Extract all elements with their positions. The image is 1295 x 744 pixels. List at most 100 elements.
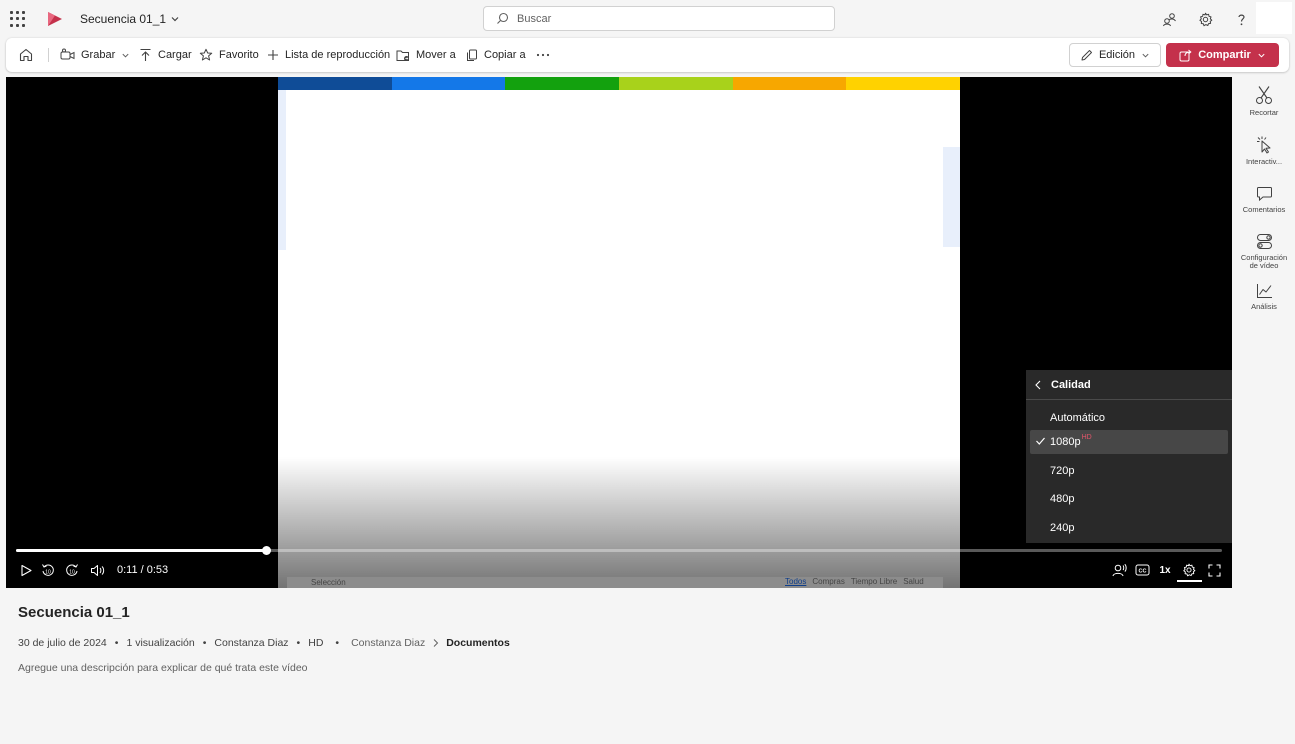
svg-text:CC: CC — [1138, 569, 1146, 575]
speaker-language-icon — [1112, 563, 1127, 577]
separator-dot: • — [335, 637, 340, 649]
frame-tab: Todos — [785, 577, 807, 586]
playback-speed: 1x — [1159, 564, 1171, 576]
description-placeholder[interactable]: Agregue una descripción para explicar de… — [18, 662, 308, 674]
upload-date: 30 de julio de 2024 — [18, 637, 107, 649]
captions-language-button[interactable] — [1110, 562, 1128, 578]
video-gradient-overlay — [278, 457, 960, 588]
hd-badge: HD — [1081, 433, 1092, 441]
upload-label: Cargar — [158, 49, 192, 61]
brand-color-stripes — [278, 77, 961, 90]
quality-option-1080p[interactable]: 1080p HD — [1030, 430, 1228, 454]
quality-option-label: 480p — [1050, 493, 1075, 505]
comment-icon — [1256, 187, 1272, 202]
svg-text:10: 10 — [45, 570, 51, 576]
settings-gear-icon — [1183, 563, 1196, 577]
breadcrumb-owner[interactable]: Constanza Diaz — [351, 637, 425, 649]
move-label: Mover a — [416, 49, 456, 61]
seek-bar-progress — [16, 549, 267, 552]
rail-analytics[interactable]: Análisis — [1236, 283, 1292, 311]
quality-label: HD — [308, 637, 324, 649]
video-settings-button[interactable] — [1180, 562, 1198, 578]
rail-label: Recortar — [1249, 108, 1279, 117]
video-title: Secuencia 01_1 — [18, 604, 130, 621]
quality-menu-back[interactable]: Calidad — [1026, 370, 1232, 400]
interactive-cursor-icon — [1257, 136, 1271, 154]
video-metadata: 30 de julio de 2024 • 1 visualización • … — [18, 637, 510, 649]
frame-panel — [278, 90, 286, 250]
seek-bar[interactable] — [16, 546, 1222, 555]
share-people-icon[interactable] — [1160, 10, 1178, 28]
move-folder-icon — [396, 50, 409, 61]
frame-bottom-bar: Selección Todos Compras Tiempo Libre Sal… — [287, 577, 943, 588]
record-button[interactable]: Grabar — [60, 38, 130, 72]
share-button[interactable]: Compartir — [1166, 43, 1279, 67]
upload-button[interactable]: Cargar — [139, 38, 192, 72]
frame-tab: Salud — [903, 577, 924, 586]
search-box[interactable]: Buscar — [483, 6, 835, 31]
favorite-button[interactable]: Favorito — [199, 38, 259, 72]
home-button[interactable] — [18, 38, 34, 72]
settings-active-indicator — [1177, 580, 1202, 582]
settings-gear-icon[interactable] — [1196, 10, 1214, 28]
copy-to-button[interactable]: Copiar a — [466, 38, 526, 72]
edit-mode-button[interactable]: Edición — [1069, 43, 1161, 67]
chevron-down-icon — [1258, 53, 1265, 58]
view-count: 1 visualización — [126, 637, 195, 649]
document-title-menu[interactable]: Secuencia 01_1 — [80, 12, 180, 26]
forward-10-button[interactable]: 10 — [64, 562, 80, 578]
app-launcher-icon[interactable] — [10, 11, 26, 27]
rail-label: Interactiv... — [1245, 157, 1283, 166]
rail-comments[interactable]: Comentarios — [1236, 186, 1292, 214]
document-title: Secuencia 01_1 — [80, 12, 167, 26]
plus-icon — [268, 50, 278, 60]
search-placeholder: Buscar — [517, 12, 552, 25]
quality-option-720p[interactable]: 720p — [1030, 459, 1228, 483]
forward-10-icon: 10 — [66, 564, 78, 576]
rail-video-settings[interactable]: Configuración de vídeo — [1236, 233, 1292, 270]
toggle-settings-icon — [1256, 234, 1272, 249]
play-icon — [21, 564, 32, 576]
quality-option-480p[interactable]: 480p — [1030, 487, 1228, 511]
record-label: Grabar — [81, 49, 116, 61]
copy-icon — [467, 49, 477, 61]
playlist-label: Lista de reproducción — [285, 49, 391, 61]
checkmark-icon — [1036, 437, 1045, 445]
more-options-button[interactable] — [536, 38, 550, 72]
color-stripe — [732, 77, 847, 90]
chevron-down-icon — [1142, 53, 1149, 58]
share-icon — [1179, 49, 1192, 61]
closed-captions-button[interactable]: CC — [1133, 562, 1151, 578]
record-icon — [60, 48, 75, 60]
frame-tab: Tiempo Libre — [850, 577, 898, 586]
upload-icon — [140, 48, 151, 61]
volume-button[interactable] — [88, 562, 106, 578]
color-stripe — [846, 77, 961, 90]
owner-name[interactable]: Constanza Diaz — [214, 637, 288, 649]
frame-panel — [942, 147, 960, 247]
move-to-button[interactable]: Mover a — [396, 38, 456, 72]
help-icon[interactable] — [1232, 10, 1250, 28]
frame-tab: Compras — [812, 577, 845, 586]
separator-dot: • — [114, 637, 119, 649]
separator-dot: • — [202, 637, 207, 649]
quality-option-auto[interactable]: Automático — [1030, 406, 1228, 430]
add-to-playlist-button[interactable]: Lista de reproducción — [267, 38, 390, 72]
rail-trim[interactable]: Recortar — [1236, 85, 1292, 117]
rewind-10-button[interactable]: 10 — [40, 562, 56, 578]
playback-time: 0:11 / 0:53 — [117, 564, 169, 576]
video-frame: Selección Todos Compras Tiempo Libre Sal… — [278, 77, 961, 588]
playback-speed-button[interactable]: 1x — [1156, 562, 1174, 578]
play-button[interactable] — [18, 562, 34, 578]
color-stripe — [391, 77, 506, 90]
breadcrumb-folder[interactable]: Documentos — [446, 637, 510, 649]
avatar[interactable] — [1256, 2, 1292, 34]
seek-bar-thumb[interactable] — [262, 546, 272, 555]
quality-option-240p[interactable]: 240p — [1030, 516, 1228, 540]
video-player[interactable]: Selección Todos Compras Tiempo Libre Sal… — [6, 77, 1232, 588]
rail-interactive[interactable]: Interactiv... — [1236, 136, 1292, 166]
fullscreen-icon — [1207, 563, 1221, 577]
fullscreen-button[interactable] — [1205, 562, 1223, 578]
analytics-chart-icon — [1256, 284, 1272, 298]
copy-label: Copiar a — [484, 49, 526, 61]
